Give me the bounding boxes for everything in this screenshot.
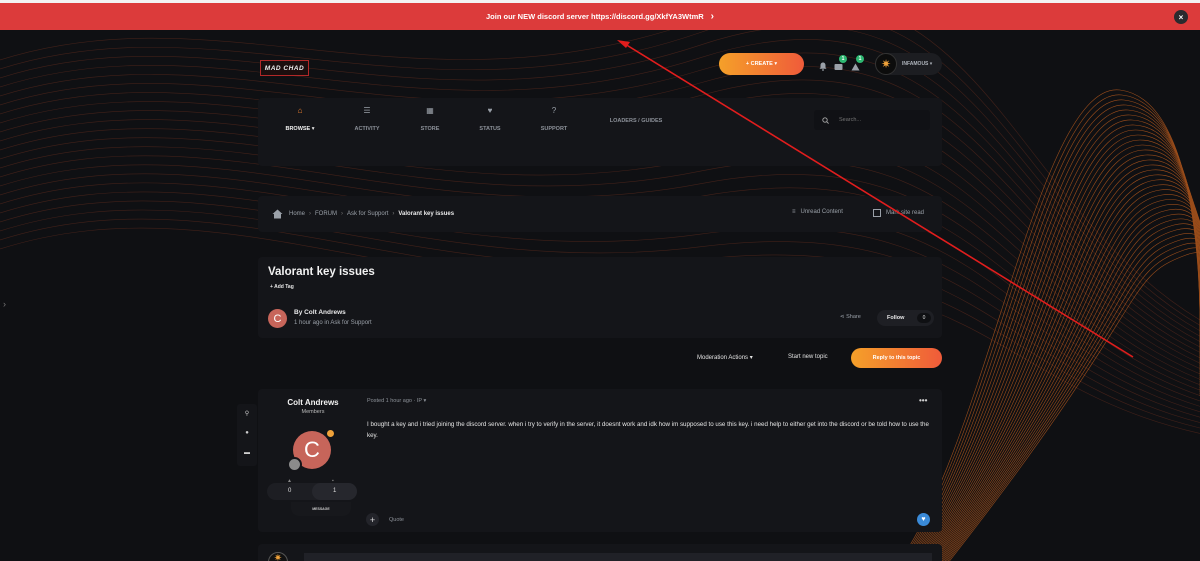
- search-bar[interactable]: [814, 110, 930, 130]
- moderation-actions-button[interactable]: Moderation Actions ▾: [697, 354, 753, 361]
- share-button[interactable]: ⋖ Share: [840, 314, 861, 320]
- add-tag-button[interactable]: + Add Tag: [270, 284, 294, 290]
- site-logo[interactable]: MAD CHAD: [260, 60, 309, 76]
- thumbs-up-icon: ▲: [287, 478, 292, 484]
- user-name: INFAMOUS ▾: [902, 61, 933, 67]
- floating-toolbar: ⚲ ● ▬: [237, 404, 257, 466]
- settings-icon[interactable]: ●: [237, 430, 257, 436]
- poster-name[interactable]: Colt Andrews: [258, 398, 368, 407]
- topic-meta: 1 hour ago in Ask for Support: [294, 320, 372, 326]
- checkbox-icon: [873, 209, 881, 217]
- nav-item-label: SUPPORT: [540, 126, 568, 132]
- nav-item-loaders-guides[interactable]: LOADERS / GUIDES: [601, 118, 671, 124]
- main-navigation: ⌂ BROWSE ▾ ☰ ACTIVITY ▦ STORE ♥ STATUS ?…: [258, 98, 942, 166]
- home-icon: ⌂: [297, 106, 303, 115]
- nav-item-label: ACTIVITY: [354, 126, 380, 132]
- breadcrumb-separator: ›: [392, 211, 395, 217]
- inbox-count-badge: 1: [839, 55, 847, 63]
- user-menu[interactable]: ✷ INFAMOUS ▾: [875, 53, 942, 75]
- reply-button[interactable]: Reply to this topic: [851, 348, 942, 368]
- rank-icon: [287, 457, 302, 472]
- follow-count: 0: [917, 313, 931, 323]
- nav-item-store[interactable]: ▦ STORE: [400, 106, 460, 132]
- next-post-avatar[interactable]: ✷: [268, 552, 288, 561]
- topic-header: Valorant key issues + Add Tag C By Colt …: [258, 257, 942, 338]
- nav-item-label: STATUS: [479, 126, 501, 132]
- breadcrumb: Home › FORUM › Ask for Support › Valoran…: [258, 196, 942, 232]
- nav-item-status[interactable]: ♥ STATUS: [460, 106, 520, 132]
- heart-icon: ♥: [487, 106, 493, 115]
- next-post-content: [304, 553, 932, 561]
- post: Colt Andrews Members C ▲ 0 ▪ 1 MESSAGE P…: [258, 389, 942, 532]
- create-button[interactable]: + CREATE ▾: [719, 53, 804, 75]
- start-new-topic-button[interactable]: Start new topic: [788, 354, 828, 360]
- nav-item-browse[interactable]: ⌂ BROWSE ▾: [270, 106, 330, 132]
- quote-button[interactable]: Quote: [389, 517, 404, 523]
- unread-content-label: Unread Content: [800, 209, 843, 215]
- post-body: I bought a key and i tried joining the d…: [367, 421, 929, 439]
- nav-item-label: BROWSE ▾: [285, 126, 315, 132]
- inbox-icon[interactable]: 1: [834, 55, 847, 76]
- post-count: 1: [333, 488, 337, 494]
- reaction-button[interactable]: ♥: [917, 513, 930, 526]
- unread-content-link[interactable]: ≡ Unread Content: [792, 209, 843, 215]
- comment-icon: ▪: [332, 478, 334, 484]
- reports-count-badge: 1: [856, 55, 864, 63]
- follow-label: Follow: [887, 315, 905, 321]
- chat-icon[interactable]: ▬: [237, 450, 257, 456]
- message-button[interactable]: MESSAGE: [291, 502, 351, 516]
- author-avatar[interactable]: C: [268, 309, 287, 328]
- breadcrumb-home[interactable]: Home: [289, 211, 305, 217]
- store-icon: ▦: [426, 106, 434, 115]
- nav-item-label: STORE: [420, 126, 440, 132]
- breadcrumb-forum[interactable]: FORUM: [315, 211, 337, 217]
- page-title: Valorant key issues: [268, 266, 375, 278]
- poster-group: Members: [301, 409, 325, 415]
- chevron-right-icon[interactable]: ›: [3, 299, 6, 309]
- search-input[interactable]: [839, 117, 919, 123]
- next-post: ✷: [258, 544, 942, 561]
- nav-item-support[interactable]: ? SUPPORT: [524, 106, 584, 132]
- banner-text[interactable]: Join our NEW discord server https://disc…: [486, 12, 704, 21]
- list-icon: ≡: [792, 209, 796, 215]
- close-banner-button[interactable]: ×: [1174, 10, 1188, 24]
- more-options-button[interactable]: •••: [919, 396, 927, 405]
- announcement-banner[interactable]: Join our NEW discord server https://disc…: [0, 0, 1200, 30]
- home-icon[interactable]: [272, 209, 283, 219]
- nav-item-activity[interactable]: ☰ ACTIVITY: [337, 106, 397, 132]
- breadcrumb-current: Valorant key issues: [398, 211, 455, 217]
- poster-stats: ▲ 0 ▪ 1: [267, 478, 357, 500]
- breadcrumb-ask-for-support[interactable]: Ask for Support: [347, 211, 388, 217]
- share-label: Share: [846, 314, 861, 320]
- reports-icon[interactable]: 1: [851, 55, 864, 76]
- mark-site-read-label: Mark site read: [886, 210, 925, 216]
- mark-site-read-link[interactable]: Mark site read: [873, 209, 924, 217]
- list-icon: ☰: [363, 106, 371, 115]
- help-icon: ?: [551, 106, 557, 115]
- search-icon: [822, 116, 829, 124]
- search-icon[interactable]: ⚲: [237, 410, 257, 417]
- reputation-count: 0: [288, 488, 292, 494]
- award-icon: [326, 429, 335, 438]
- follow-button[interactable]: Follow 0: [877, 310, 934, 326]
- post-meta: Posted 1 hour ago · IP ▾: [367, 398, 427, 404]
- bell-icon[interactable]: [819, 58, 827, 76]
- multiquote-button[interactable]: +: [366, 513, 379, 526]
- breadcrumb-separator: ›: [309, 211, 312, 217]
- user-avatar: ✷: [875, 53, 897, 75]
- nav-item-label: LOADERS / GUIDES: [609, 118, 663, 124]
- author-name[interactable]: By Colt Andrews: [294, 309, 346, 316]
- breadcrumb-separator: ›: [341, 211, 344, 217]
- chevron-right-icon: ›: [710, 11, 715, 22]
